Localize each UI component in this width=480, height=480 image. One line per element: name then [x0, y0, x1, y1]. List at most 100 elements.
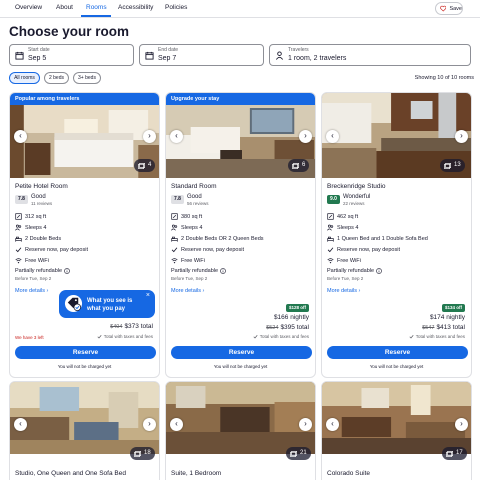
check-icon: [327, 247, 334, 253]
amenity-text: Free WiFi: [181, 257, 205, 264]
close-icon[interactable]: ×: [146, 292, 150, 299]
discount-badge: $128 off: [285, 304, 309, 312]
taxes-text: Total with taxes and fees: [103, 334, 153, 339]
amenity-text: 312 sq ft: [25, 213, 47, 220]
photo-count-badge[interactable]: 13: [440, 159, 465, 172]
amenity-text: 1 Queen Bed and 1 Double Sofa Bed: [337, 235, 428, 242]
amenity-beds: 2 Double Beds OR 2 Queen Beds: [171, 235, 264, 242]
filter-all-rooms[interactable]: All rooms: [9, 72, 40, 84]
tab-accessibility[interactable]: Accessibility: [118, 4, 153, 11]
gallery-icon: [134, 450, 141, 457]
photo-count-badge[interactable]: 17: [442, 447, 467, 460]
amenity-deposit: Reserve now, pay deposit: [171, 246, 244, 253]
bed-icon: [327, 236, 334, 242]
info-icon[interactable]: [220, 268, 226, 274]
photo-count-badge[interactable]: 6: [288, 159, 310, 172]
card-banner: Upgrade your stay: [166, 93, 315, 105]
amenity-area: 312 sq ft: [15, 213, 46, 220]
wifi-icon: [15, 258, 22, 264]
amenity-text: 2 Double Beds: [25, 235, 62, 242]
room-name: Suite, 1 Bedroom: [171, 470, 222, 477]
refund-text: Partially refundable: [171, 268, 219, 274]
filter-2-beds[interactable]: 2 beds: [44, 72, 69, 84]
room-card: ‹ › 17 Colorado Suite: [321, 381, 472, 480]
photo-count-badge[interactable]: 4: [134, 159, 156, 172]
amenity-text: 380 sq ft: [181, 213, 203, 220]
reserve-button[interactable]: Reserve: [171, 346, 312, 359]
section-tabs: Overview About Rooms Accessibility Polic…: [0, 0, 480, 18]
people-icon: [15, 224, 22, 231]
start-date-value: Sep 5: [28, 55, 47, 62]
save-button[interactable]: Save: [435, 2, 463, 15]
area-icon: [171, 213, 178, 220]
photo-count-value: 13: [454, 162, 461, 168]
end-date-field[interactable]: End date Sep 7: [139, 44, 264, 66]
review-count: 22 reviews: [343, 201, 365, 206]
next-photo-button[interactable]: ›: [143, 130, 156, 143]
page-title: Choose your room: [9, 24, 130, 39]
start-date-field[interactable]: Start date Sep 5: [9, 44, 134, 66]
no-charge-note: You will not be charged yet: [369, 364, 424, 369]
filter-3-plus-beds[interactable]: 3+ beds: [73, 72, 101, 84]
check-icon: [171, 247, 178, 253]
total-price-value: $373 total: [124, 323, 153, 330]
total-price: $524 $395 total: [266, 324, 309, 331]
refund-text: Partially refundable: [327, 268, 375, 274]
photo-count-value: 18: [144, 450, 151, 456]
tab-rooms[interactable]: Rooms: [86, 4, 107, 11]
next-photo-button[interactable]: ›: [299, 130, 312, 143]
rating-word: Good: [31, 194, 46, 200]
reserve-button[interactable]: Reserve: [327, 346, 468, 359]
previous-photo-button[interactable]: ‹: [326, 130, 339, 143]
next-photo-button[interactable]: ›: [299, 418, 312, 431]
amenity-sleeps: Sleeps 4: [15, 224, 46, 231]
bed-icon: [171, 236, 178, 242]
previous-photo-button[interactable]: ‹: [14, 130, 27, 143]
tab-overview[interactable]: Overview: [15, 4, 42, 11]
info-icon[interactable]: [376, 268, 382, 274]
info-icon[interactable]: [64, 268, 70, 274]
travelers-field[interactable]: Travelers 1 room, 2 travelers: [269, 44, 471, 66]
tab-policies[interactable]: Policies: [165, 4, 187, 11]
next-photo-button[interactable]: ›: [455, 418, 468, 431]
more-details-link[interactable]: More details ›: [327, 288, 360, 294]
reserve-button[interactable]: Reserve: [15, 346, 156, 359]
person-icon: [275, 51, 284, 60]
photo-count-badge[interactable]: 21: [286, 447, 311, 460]
calendar-icon: [145, 51, 154, 60]
photo-count-badge[interactable]: 18: [130, 447, 155, 460]
gallery-icon: [292, 162, 299, 169]
active-tab-indicator: [81, 15, 111, 17]
more-details-link[interactable]: More details ›: [15, 288, 48, 294]
previous-photo-button[interactable]: ‹: [170, 418, 183, 431]
amenity-text: Reserve now, pay deposit: [337, 246, 400, 253]
taxes-note: Total with taxes and fees: [97, 334, 153, 339]
room-photo: [322, 382, 471, 454]
area-icon: [15, 213, 22, 220]
amenity-sleeps: Sleeps 4: [327, 224, 358, 231]
travelers-value: 1 room, 2 travelers: [288, 55, 347, 62]
previous-photo-button[interactable]: ‹: [170, 130, 183, 143]
room-photo: [166, 382, 315, 454]
price-tooltip: What you see is what you pay ×: [59, 290, 155, 318]
previous-photo-button[interactable]: ‹: [14, 418, 27, 431]
taxes-text: Total with taxes and fees: [415, 334, 465, 339]
amenity-text: Free WiFi: [337, 257, 361, 264]
next-photo-button[interactable]: ›: [455, 130, 468, 143]
photo-count-value: 4: [148, 162, 152, 168]
room-card: Upgrade your stay ‹ › 6 Standard Room 7.…: [165, 92, 316, 378]
taxes-note: Total with taxes and fees: [253, 334, 309, 339]
more-details-label: More details: [171, 288, 201, 294]
more-details-label: More details: [327, 288, 357, 294]
amenity-text: 462 sq ft: [337, 213, 359, 220]
check-icon: [253, 335, 258, 339]
room-card: ‹ › 13 Breckenridge Studio 9.0 Wonderful…: [321, 92, 472, 378]
end-date-value: Sep 7: [158, 55, 177, 62]
tab-about[interactable]: About: [56, 4, 73, 11]
gallery-icon: [138, 162, 145, 169]
amenity-text: 2 Double Beds OR 2 Queen Beds: [181, 235, 264, 242]
next-photo-button[interactable]: ›: [143, 418, 156, 431]
more-details-link[interactable]: More details ›: [171, 288, 204, 294]
check-icon: [97, 335, 102, 339]
previous-photo-button[interactable]: ‹: [326, 418, 339, 431]
